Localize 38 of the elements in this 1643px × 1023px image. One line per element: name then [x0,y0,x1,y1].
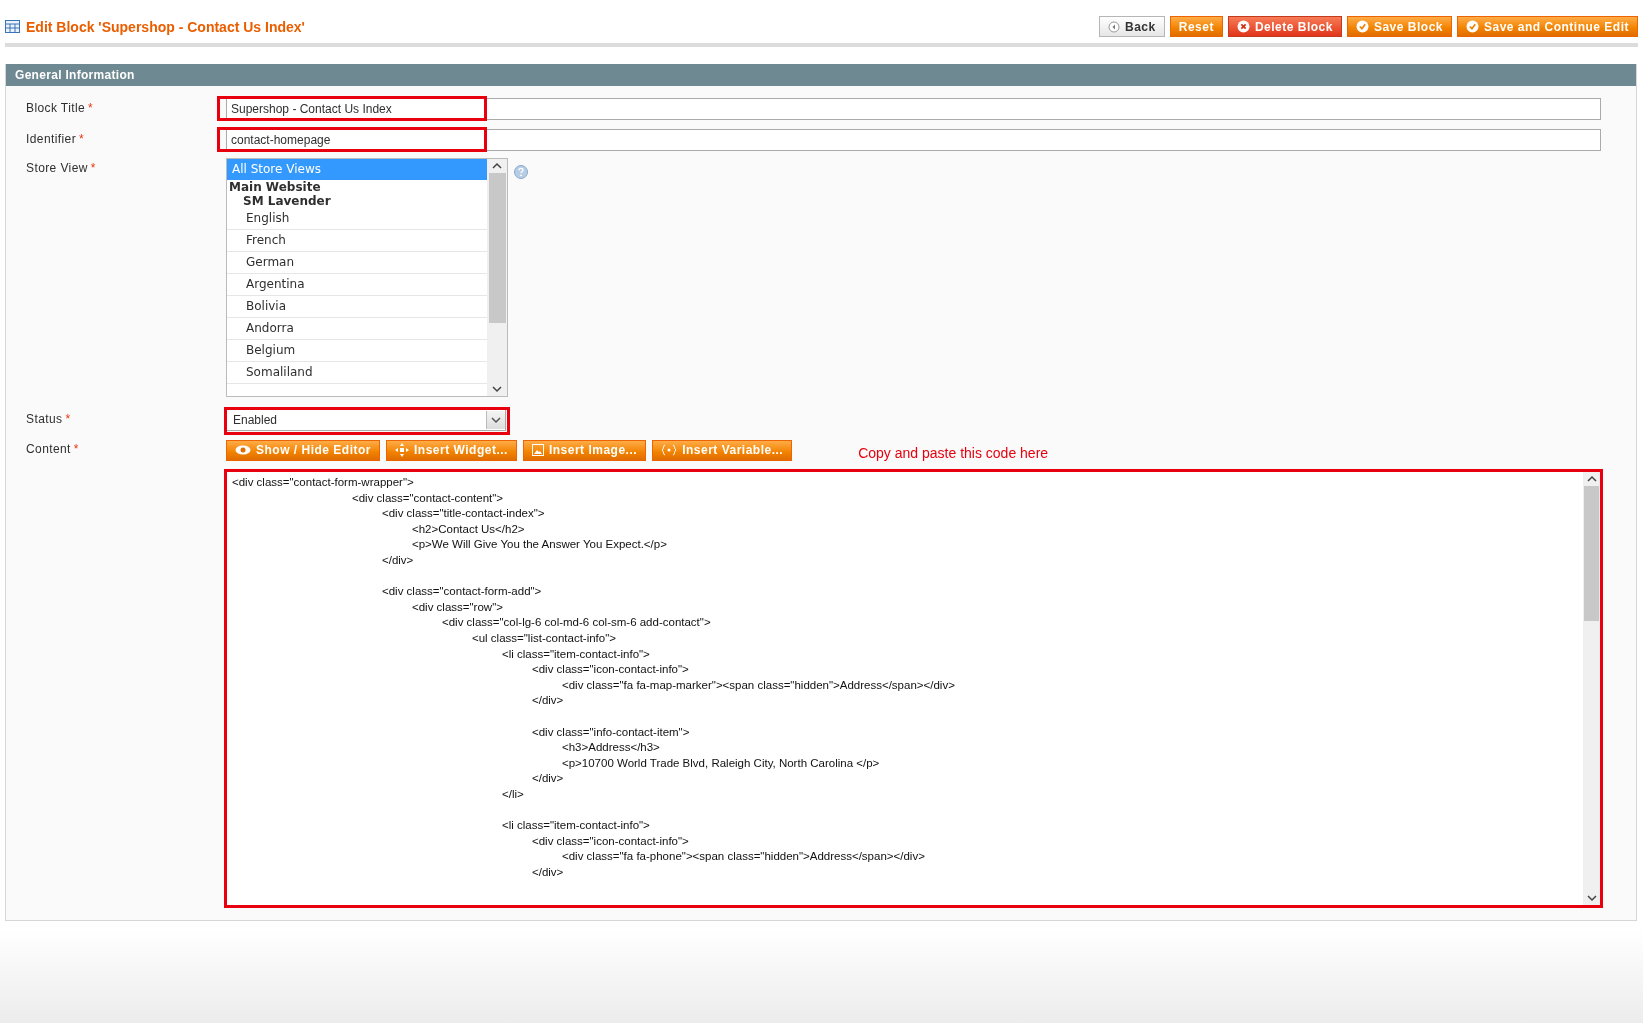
image-icon [531,444,544,456]
option-group-label: Main Website [228,180,322,194]
field-label: Content [26,442,71,456]
store-option[interactable]: French [227,230,487,252]
scrollbar[interactable] [1583,472,1600,905]
grid-icon [5,20,20,33]
required-mark: * [88,101,94,115]
dropdown-caret-icon [491,416,501,424]
required-mark: * [65,412,71,426]
move-icon [395,443,409,457]
action-button[interactable]: Delete Block [1227,16,1342,37]
check-icon [1355,20,1369,33]
delete-icon [1236,20,1250,33]
instruction-note: Copy and paste this code here [858,445,1049,461]
eye-icon [235,445,251,455]
field-label: Identifier [26,132,77,146]
store-option[interactable]: Belgium [227,340,487,362]
required-mark: * [79,132,85,146]
check-icon [1466,20,1479,33]
field-label: Store View [26,161,88,175]
content-editor[interactable]: <div class="contact-form-wrapper"> <div class="contact-content"> <div class="title-contact-index"> <h2>Contact Us</h2> <p>We Will Give You the Answer You Expect.</p> </div> <div class="contact-form-add"> <div class="row"> <div class="col-lg-6 col-md-6 col-sm-6 add-contact"> <ul class="list-contact-info"> <li class="item-contact-info"> <div class="icon-contact-info"> <div class="fa fa-map-marker"><span class="hidden">Address</span></div> </div> <div class="info-contact-item"> <h3>Address</h3> <p>10700 World Trade Blvd, Raleigh City, North Carolina </p> </div> </li> <li class="item-contact-info"> <div class="icon-contact-info"> <div class="fa fa-phone"><span class="hidden">Address</span></div> </div> [226,471,1601,906]
store-option[interactable]: English [227,208,487,230]
required-mark: * [90,161,96,175]
back-button[interactable]: Back [1099,16,1165,37]
scrollbar[interactable] [487,159,507,396]
field-label: Status [26,412,63,426]
help-icon[interactable] [514,165,528,179]
option-group-label: SM Lavender [242,194,332,208]
store-option[interactable]: Andorra [227,318,487,340]
store-option[interactable]: Argentina [227,274,487,296]
store-option[interactable]: Bolivia [227,296,487,318]
field-label: Block Title [26,101,86,115]
required-mark: * [73,442,79,456]
store-option[interactable]: Somaliland [227,362,487,384]
page-title: Edit Block 'Supershop - Contact Us Index' [26,18,305,35]
section-header: General Information [6,64,1636,86]
braces-icon [661,444,678,456]
store-option[interactable]: German [227,252,487,274]
